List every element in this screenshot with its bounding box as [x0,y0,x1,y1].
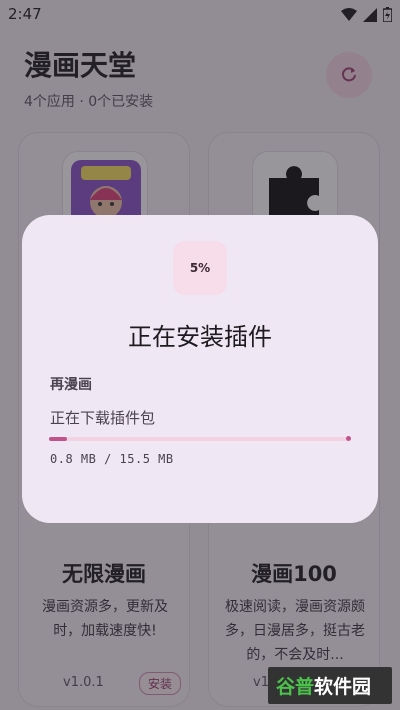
download-size: 0.8 MB / 15.5 MB [50,452,174,466]
progress-bar [49,436,351,441]
progress-percent-badge: 5% [173,241,227,295]
plugin-name: 再漫画 [50,377,92,393]
watermark-logo: 谷普 软件园 [268,667,392,704]
dialog-title: 正在安装插件 [128,323,272,351]
progress-bar-end [346,436,351,441]
install-progress-dialog: 5% 正在安装插件 再漫画 正在下载插件包 0.8 MB / 15.5 MB [22,215,378,523]
download-status: 正在下载插件包 [50,409,156,427]
progress-bar-fill [49,437,67,441]
